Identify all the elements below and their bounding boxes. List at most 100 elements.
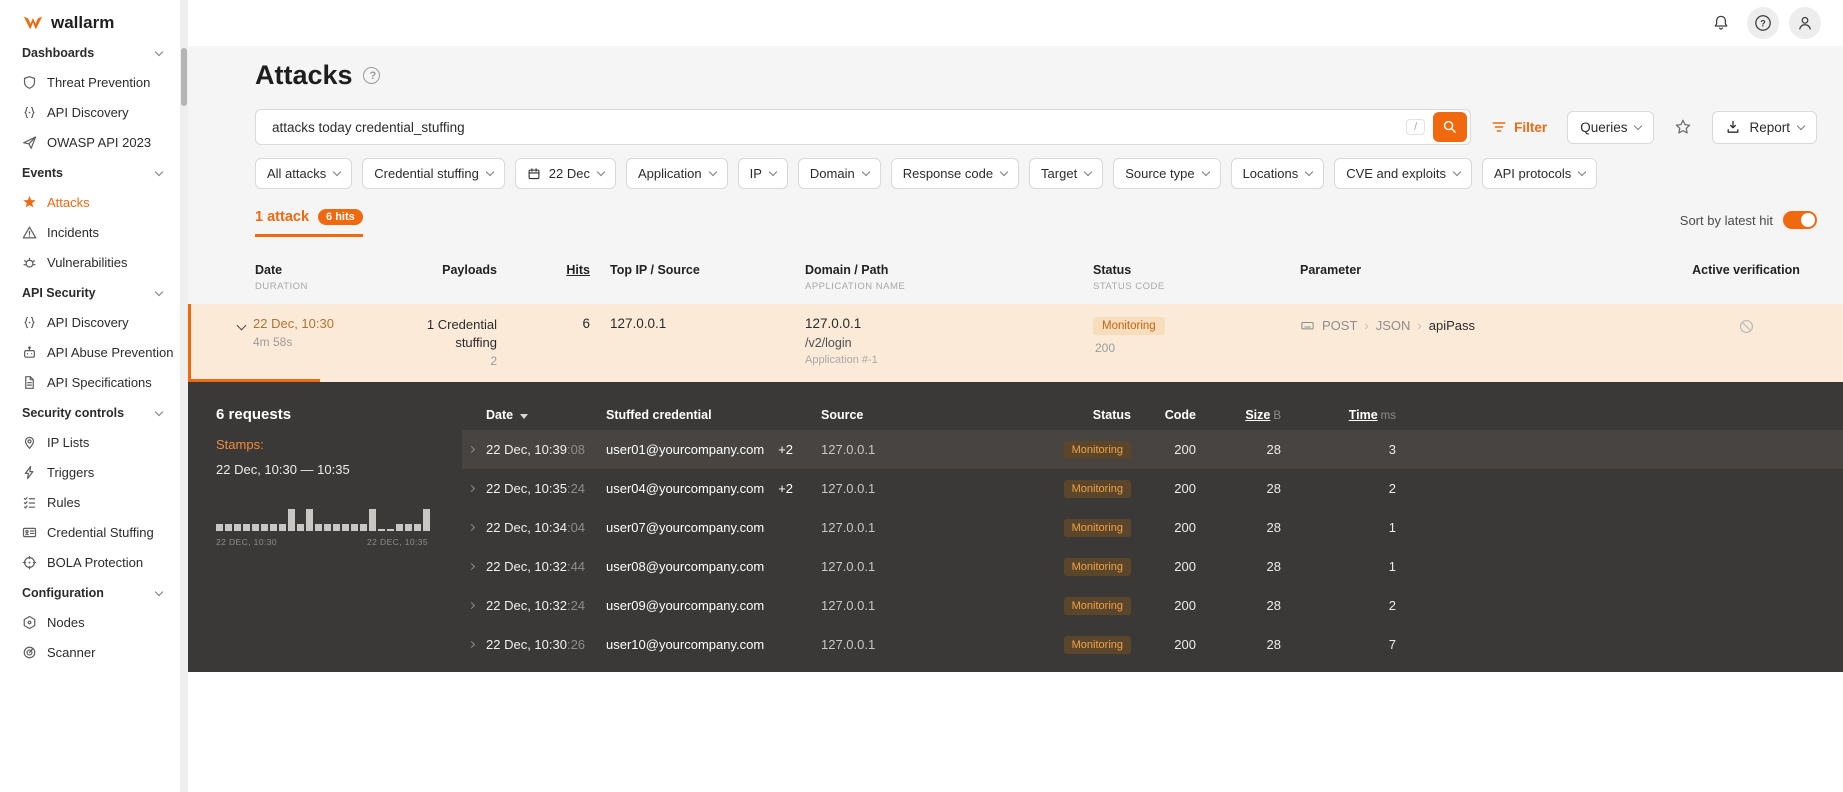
braces-icon bbox=[24, 106, 35, 118]
sidebar-item-rules[interactable]: Rules bbox=[0, 487, 180, 517]
filter-button[interactable]: Filter bbox=[1485, 118, 1553, 136]
logo[interactable]: wallarm bbox=[0, 0, 180, 46]
sidebar-item-triggers[interactable]: Triggers bbox=[0, 457, 180, 487]
sidebar-item-nodes[interactable]: Nodes bbox=[0, 607, 180, 637]
sidebar-item-scanner[interactable]: Scanner bbox=[0, 637, 180, 667]
chevron-down-icon bbox=[1796, 121, 1806, 130]
attack-application: Application #-1 bbox=[805, 354, 878, 366]
stamps-label: Stamps: bbox=[216, 437, 264, 452]
filter-chip-response-code[interactable]: Response code bbox=[890, 158, 1020, 189]
sidebar-item-credential-stuffing[interactable]: Credential Stuffing bbox=[0, 517, 180, 547]
attack-date: 22 Dec, 10:30 bbox=[253, 316, 334, 331]
sidebar-item-threat-prevention[interactable]: Threat Prevention bbox=[0, 67, 180, 97]
filter-chip-domain[interactable]: Domain bbox=[797, 158, 881, 189]
sort-by-latest-hit-toggle[interactable] bbox=[1783, 211, 1817, 229]
collapse-row-icon[interactable] bbox=[236, 320, 247, 331]
expand-request-icon[interactable] bbox=[467, 445, 476, 454]
sidebar: wallarm Dashboards Threat Prevention API… bbox=[0, 0, 180, 792]
search-toolbar: / Filter Queries Re bbox=[188, 109, 1843, 145]
expand-request-icon[interactable] bbox=[467, 484, 476, 493]
search-box: / bbox=[255, 109, 1472, 145]
sidebar-nav: Dashboards Threat Prevention API Discove… bbox=[0, 37, 180, 667]
sidebar-item-api-discovery-2[interactable]: API Discovery bbox=[0, 307, 180, 337]
sidebar-section-api-security[interactable]: API Security bbox=[0, 277, 180, 307]
sidebar-item-bola-protection[interactable]: BOLA Protection bbox=[0, 547, 180, 577]
paper-plane-icon bbox=[23, 135, 37, 149]
bottom-spacer bbox=[188, 672, 1843, 792]
sidebar-section-security-controls[interactable]: Security controls bbox=[0, 397, 180, 427]
expand-request-icon[interactable] bbox=[467, 601, 476, 610]
sort-label: Sort by latest hit bbox=[1679, 212, 1773, 228]
braces-icon bbox=[24, 316, 35, 328]
column-header-payloads: Payloads bbox=[442, 263, 497, 277]
sidebar-item-api-specifications[interactable]: API Specifications bbox=[0, 367, 180, 397]
sidebar-item-api-discovery[interactable]: API Discovery bbox=[0, 97, 180, 127]
status-badge: Monitoring bbox=[1063, 518, 1131, 537]
topbar: ? bbox=[188, 0, 1843, 46]
search-input[interactable] bbox=[270, 118, 1407, 136]
toggle-knob bbox=[1801, 213, 1815, 227]
question-icon: ? bbox=[1755, 15, 1771, 31]
filter-chip-locations[interactable]: Locations bbox=[1230, 158, 1325, 189]
queries-button[interactable]: Queries bbox=[1567, 110, 1655, 144]
request-row[interactable]: 22 Dec, 10:35:24 user04@yourcompany.com +… bbox=[462, 469, 1843, 508]
scrollbar-thumb[interactable] bbox=[181, 48, 187, 106]
request-row[interactable]: 22 Dec, 10:30:26 user10@yourcompany.com … bbox=[462, 625, 1843, 664]
page-help-icon[interactable]: ? bbox=[362, 67, 380, 84]
filter-chip-target[interactable]: Target bbox=[1029, 158, 1104, 189]
report-button[interactable]: Report bbox=[1712, 110, 1817, 144]
filter-chip-cve-exploits[interactable]: CVE and exploits bbox=[1334, 158, 1472, 189]
notifications-button[interactable] bbox=[1705, 7, 1737, 39]
sidebar-section-events[interactable]: Events bbox=[0, 157, 180, 187]
request-row[interactable]: 22 Dec, 10:32:24 user09@yourcompany.com … bbox=[462, 586, 1843, 625]
column-header-top-ip: Top IP / Source bbox=[610, 263, 700, 277]
favorite-button[interactable] bbox=[1668, 117, 1698, 137]
detail-column-size[interactable]: Size B bbox=[1196, 408, 1281, 422]
filter-chip-source-type[interactable]: Source type bbox=[1113, 158, 1221, 189]
sidebar-item-owasp-api-2023[interactable]: OWASP API 2023 bbox=[0, 127, 180, 157]
sidebar-item-attacks[interactable]: Attacks bbox=[0, 187, 180, 217]
sidebar-scrollbar[interactable] bbox=[180, 0, 188, 792]
detail-column-time[interactable]: Time ms bbox=[1281, 408, 1396, 422]
expand-request-icon[interactable] bbox=[467, 523, 476, 532]
attack-duration: 4m 58s bbox=[253, 335, 293, 349]
expand-request-icon[interactable] bbox=[467, 562, 476, 571]
sidebar-item-ip-lists[interactable]: IP Lists bbox=[0, 427, 180, 457]
detail-column-code: Code bbox=[1164, 408, 1196, 422]
column-header-hits[interactable]: Hits bbox=[530, 263, 590, 277]
sidebar-section-configuration[interactable]: Configuration bbox=[0, 577, 180, 607]
radar-icon bbox=[23, 646, 36, 658]
filter-chip-attack-type[interactable]: Credential stuffing bbox=[362, 158, 505, 189]
chevron-down-icon bbox=[708, 167, 717, 177]
chevron-down-icon bbox=[1578, 167, 1587, 177]
column-header-active-verification: Active verification bbox=[1692, 263, 1800, 277]
sidebar-item-vulnerabilities[interactable]: Vulnerabilities bbox=[0, 247, 180, 277]
hits-badge: 6 hits bbox=[318, 209, 363, 225]
request-row[interactable]: 22 Dec, 10:32:44 user08@yourcompany.com … bbox=[462, 547, 1843, 586]
filter-chip-all-attacks[interactable]: All attacks bbox=[255, 158, 353, 189]
sidebar-item-incidents[interactable]: Incidents bbox=[0, 217, 180, 247]
filter-chip-ip[interactable]: IP bbox=[737, 158, 788, 189]
attack-row[interactable]: 22 Dec, 10:30 4m 58s 1 Credential stuffi… bbox=[188, 304, 1843, 382]
filter-chip-date[interactable]: 22 Dec bbox=[514, 158, 616, 189]
tab-attacks-count[interactable]: 1 attack 6 hits bbox=[255, 209, 363, 237]
status-badge: Monitoring bbox=[1063, 479, 1131, 498]
column-header-date: Date DURATION bbox=[255, 263, 308, 292]
request-row[interactable]: 22 Dec, 10:34:04 user07@yourcompany.com … bbox=[462, 508, 1843, 547]
search-button[interactable] bbox=[1433, 112, 1468, 142]
filter-chip-api-protocols[interactable]: API protocols bbox=[1481, 158, 1598, 189]
request-row[interactable]: 22 Dec, 10:39:08 user01@yourcompany.com +… bbox=[462, 430, 1843, 469]
chevron-down-icon bbox=[333, 167, 342, 177]
filter-chip-application[interactable]: Application bbox=[626, 158, 728, 189]
detail-column-date[interactable]: Date bbox=[486, 408, 606, 422]
user-menu-button[interactable] bbox=[1789, 7, 1821, 39]
chevron-down-icon bbox=[1083, 167, 1093, 177]
sidebar-item-api-abuse-prevention[interactable]: API Abuse Prevention bbox=[0, 337, 180, 367]
filter-icon bbox=[1492, 122, 1506, 132]
expand-request-icon[interactable] bbox=[467, 640, 476, 649]
main-area: ? Attacks ? / Fi bbox=[188, 0, 1843, 792]
help-button[interactable]: ? bbox=[1747, 7, 1779, 39]
lightning-icon bbox=[24, 465, 34, 479]
chevron-down-icon bbox=[596, 167, 606, 177]
status-badge: Monitoring bbox=[1093, 317, 1165, 335]
